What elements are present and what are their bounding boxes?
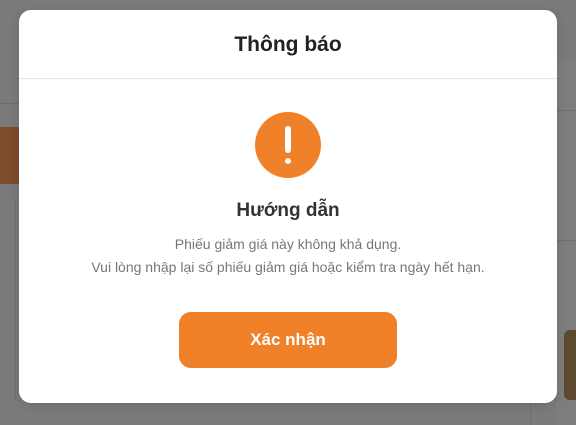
background-divider [556, 110, 576, 111]
dialog-header: Thông báo [19, 10, 557, 79]
dialog-message-line-1: Phiếu giảm giá này không khả dụng. [174, 236, 402, 252]
dialog-title: Thông báo [234, 33, 342, 56]
confirm-button[interactable]: Xác nhận [179, 312, 397, 368]
background-thumbnail [564, 330, 576, 400]
background-divider [15, 200, 16, 400]
background-divider [530, 400, 531, 425]
background-divider [556, 240, 576, 241]
dialog-heading: Hướng dẫn [236, 200, 340, 221]
notification-dialog: Thông báo Hướng dẫn Phiếu giảm giá này k… [19, 10, 557, 403]
exclamation-circle-icon [255, 112, 321, 178]
exclamation-dot [285, 158, 291, 164]
dialog-message-line-2: Vui lòng nhập lại số phiếu giảm giá hoặc… [91, 259, 485, 275]
exclamation-bar [285, 126, 291, 153]
